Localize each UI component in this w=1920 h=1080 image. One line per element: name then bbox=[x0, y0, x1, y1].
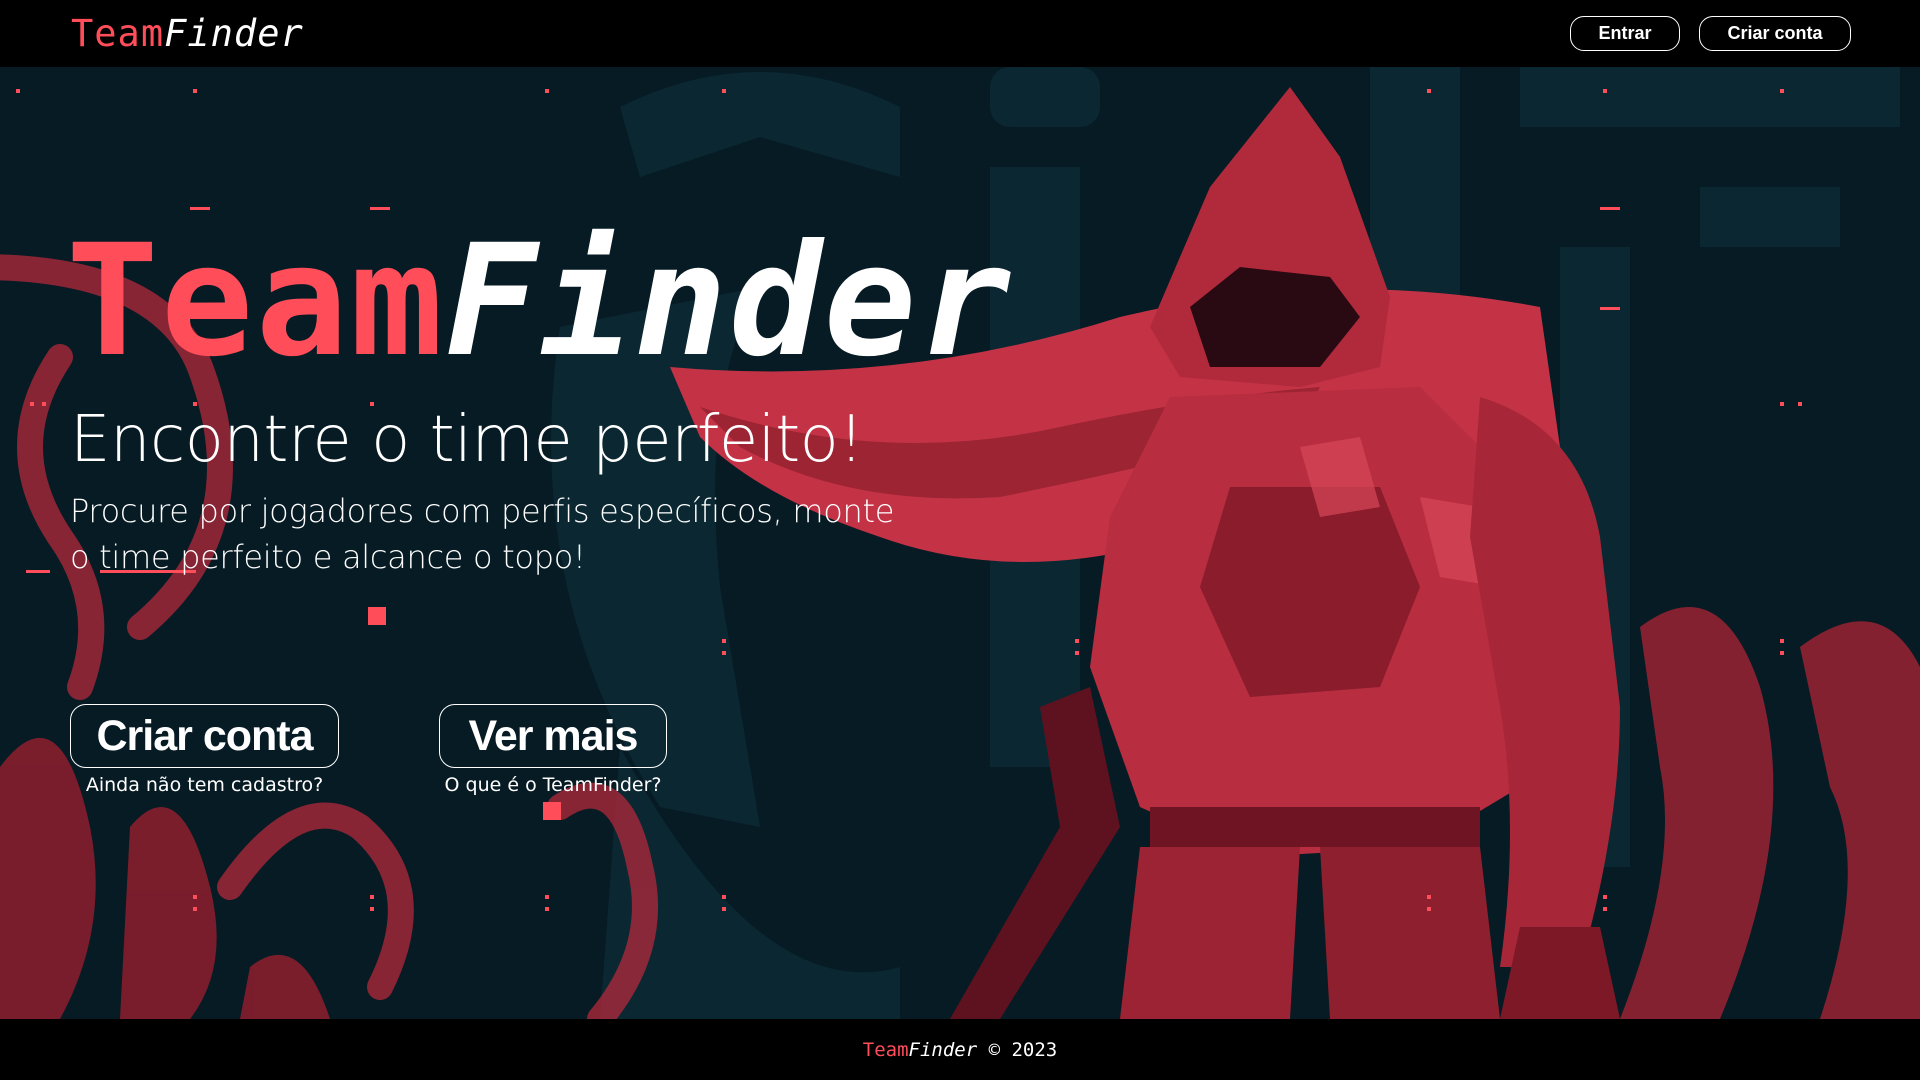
logo-team-text: Team bbox=[71, 12, 165, 55]
see-more-hint: O que é o TeamFinder? bbox=[444, 774, 662, 796]
logo-finder-text: Finder bbox=[164, 12, 304, 55]
signup-hint: Ainda não tem cadastro? bbox=[85, 774, 324, 796]
hero-signup-button[interactable]: Criar conta bbox=[70, 704, 339, 768]
footer-copyright-year: © 2023 bbox=[988, 1038, 1058, 1061]
login-button[interactable]: Entrar bbox=[1570, 16, 1680, 51]
landing-page: TeamFinder Entrar Criar conta TeamFinder… bbox=[0, 0, 1920, 1080]
header-logo[interactable]: TeamFinder bbox=[71, 12, 304, 56]
hero-title: TeamFinder bbox=[66, 217, 1013, 387]
header-signup-button[interactable]: Criar conta bbox=[1699, 16, 1851, 51]
top-navbar: TeamFinder Entrar Criar conta bbox=[0, 0, 1920, 67]
hero-description: Procure por jogadores com perfis específ… bbox=[70, 492, 895, 576]
secondary-cta: Ver mais O que é o TeamFinder? bbox=[439, 704, 667, 796]
hero-subtitle: Encontre o time perfeito! bbox=[70, 403, 864, 477]
see-more-button[interactable]: Ver mais bbox=[439, 704, 667, 768]
primary-cta: Criar conta Ainda não tem cadastro? bbox=[70, 704, 339, 796]
footer-copyright: TeamFinder © 2023 bbox=[863, 1039, 1058, 1061]
hero-title-finder: Finder bbox=[444, 212, 1014, 391]
hero-section: TeamFinder Encontre o time perfeito! Pro… bbox=[0, 67, 1920, 1019]
footer-brand-team: Team bbox=[862, 1038, 909, 1061]
footer: TeamFinder © 2023 bbox=[0, 1019, 1920, 1080]
footer-brand-finder: Finder bbox=[908, 1038, 978, 1061]
hero-title-team: Team bbox=[66, 212, 445, 391]
